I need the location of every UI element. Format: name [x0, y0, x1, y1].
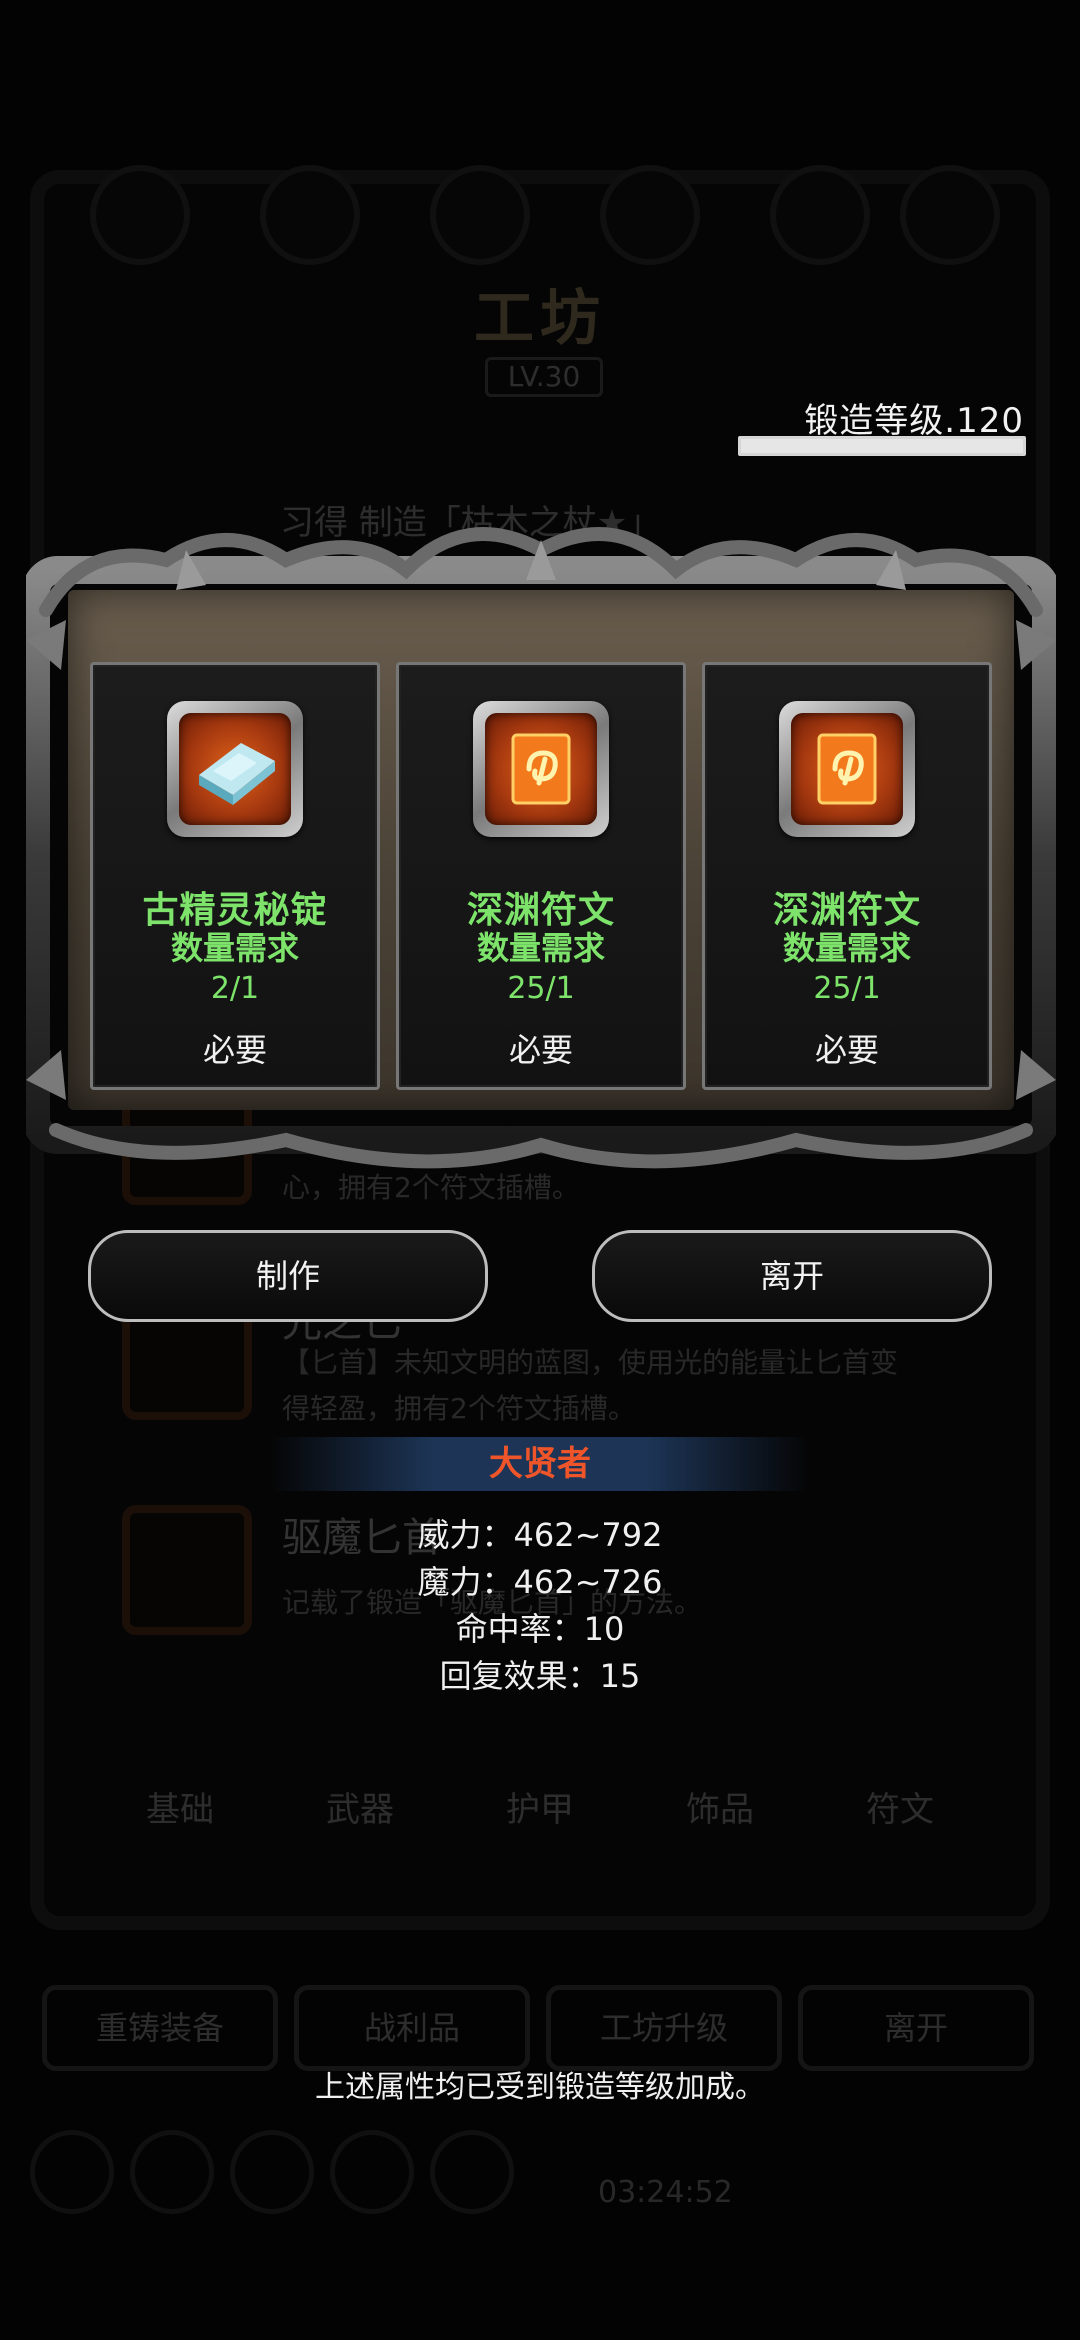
tab-armor[interactable]: 护甲	[450, 1760, 630, 1860]
material-requirement-dialog: 古精灵秘锭 数量需求 2/1 必要 深渊符文 数量需求 25/1 必要 深渊符文…	[26, 520, 1056, 1180]
tab-accessory[interactable]: 饰品	[630, 1760, 810, 1860]
workshop-title: 工坊	[474, 284, 606, 354]
material-count: 25/1	[507, 971, 575, 1006]
workshop-upgrade-button[interactable]: 工坊升级	[546, 1985, 782, 2071]
stat-power: 威力：462~792	[417, 1516, 663, 1554]
tab-rune[interactable]: 符文	[810, 1760, 990, 1860]
category-tabs: 基础 武器 护甲 饰品 符文	[90, 1760, 990, 1860]
material-icon-frame	[167, 701, 303, 837]
hud-circle-icon[interactable]	[230, 2130, 314, 2214]
top-slot-icon	[770, 165, 870, 265]
required-tag: 必要	[202, 1031, 267, 1069]
material-card[interactable]: 古精灵秘锭 数量需求 2/1 必要	[90, 662, 380, 1090]
forge-level-bar	[738, 436, 1026, 456]
hud-circle-icon[interactable]	[330, 2130, 414, 2214]
material-card[interactable]: 深渊符文 数量需求 25/1 必要	[702, 662, 992, 1090]
top-slot-icon	[430, 165, 530, 265]
required-tag: 必要	[814, 1031, 879, 1069]
material-icon-frame	[779, 701, 915, 837]
quantity-required-label: 数量需求	[476, 929, 605, 967]
loot-button[interactable]: 战利品	[294, 1985, 530, 2071]
material-icon-bg	[791, 713, 903, 825]
material-count: 2/1	[210, 971, 260, 1006]
hud-circle-icon[interactable]	[130, 2130, 214, 2214]
material-icon-bg	[179, 713, 291, 825]
forge-bonus-note: 上述属性均已受到锻造等级加成。	[315, 2070, 765, 2105]
material-icon-bg	[485, 713, 597, 825]
set-name: 大贤者	[489, 1444, 591, 1484]
abyss-rune-icon	[817, 733, 877, 805]
top-slot-icon	[260, 165, 360, 265]
quantity-required-label: 数量需求	[170, 929, 299, 967]
tab-basic[interactable]: 基础	[90, 1760, 270, 1860]
material-card[interactable]: 深渊符文 数量需求 25/1 必要	[396, 662, 686, 1090]
top-slot-icon	[90, 165, 190, 265]
tab-weapon[interactable]: 武器	[270, 1760, 450, 1860]
set-banner: 大贤者	[270, 1437, 810, 1491]
reforge-button[interactable]: 重铸装备	[42, 1985, 278, 2071]
stat-accuracy: 命中率：10	[455, 1610, 625, 1648]
hud-circle-icon[interactable]	[430, 2130, 514, 2214]
craft-button[interactable]: 制作	[88, 1230, 488, 1322]
clock: 03:24:52	[598, 2175, 733, 2210]
stat-magic: 魔力：462~726	[417, 1563, 663, 1601]
forge-level-fill	[741, 439, 1023, 453]
material-icon-frame	[473, 701, 609, 837]
background-leave-button[interactable]: 离开	[798, 1985, 1034, 2071]
abyss-rune-icon	[511, 733, 571, 805]
stat-recovery: 回复效果：15	[439, 1657, 641, 1695]
top-slot-icon	[900, 165, 1000, 265]
leave-button[interactable]: 离开	[592, 1230, 992, 1322]
forge-level-label: 锻造等级.120	[804, 401, 1024, 441]
material-count: 25/1	[813, 971, 881, 1006]
silver-ingot-icon	[199, 743, 275, 805]
workshop-screen: 工坊 LV.30 习得 制造「枯木之杖★」 心，拥有2个符文插槽。 光之匕 【匕…	[0, 0, 1080, 2340]
required-tag: 必要	[508, 1031, 573, 1069]
top-slot-icon	[600, 165, 700, 265]
recipe-item-desc: 【匕首】未知文明的蓝图，使用光的能量让匕首变得轻盈，拥有2个符文插槽。	[282, 1346, 899, 1425]
hud-circle-icon[interactable]	[30, 2130, 114, 2214]
workshop-level-badge: LV.30	[485, 357, 603, 397]
quantity-required-label: 数量需求	[782, 929, 911, 967]
